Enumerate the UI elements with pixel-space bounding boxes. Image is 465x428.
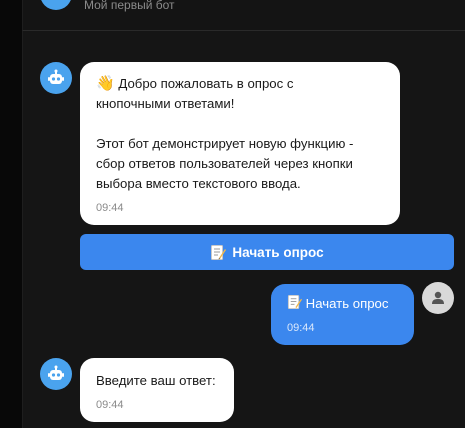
memo-icon — [287, 294, 302, 310]
message-line: выбора вместо текстового ввода. — [96, 176, 301, 191]
user-icon — [432, 291, 444, 304]
message-line: Этот бот демонстрирует новую функцию - — [96, 136, 354, 151]
bot-message-welcome: 👋 Добро пожаловать в опрос с кнопочными … — [80, 62, 400, 225]
message-line: сбор ответов пользователей через кнопки — [96, 156, 353, 171]
bot-avatar — [40, 358, 72, 390]
bot-message-prompt: Введите ваш ответ: 09:44 — [80, 358, 234, 422]
message-line: Начать опрос — [287, 294, 398, 314]
message-time: 09:44 — [96, 202, 124, 214]
start-survey-button-label: Начать опрос — [232, 244, 324, 260]
message-line: кнопочными ответами! — [96, 96, 235, 111]
chat-subtitle: Мой первый бот — [84, 0, 175, 12]
memo-icon — [211, 244, 227, 260]
bot-avatar — [40, 62, 72, 94]
message-line: Введите ваш ответ: — [96, 373, 216, 388]
user-avatar — [422, 282, 454, 314]
robot-icon — [48, 69, 64, 84]
waving-hand-icon: 👋 — [96, 75, 115, 92]
message-time: 09:44 — [96, 399, 124, 411]
message-line: 👋 Добро пожаловать в опрос с — [96, 75, 294, 92]
message-time: 09:44 — [287, 322, 315, 334]
chat-window: Мой первый бот 👋 Добро пожаловать в опро… — [0, 0, 465, 428]
start-survey-button[interactable]: Начать опрос — [80, 234, 454, 270]
user-message: Начать опрос 09:44 — [271, 284, 414, 345]
robot-icon — [48, 365, 64, 380]
